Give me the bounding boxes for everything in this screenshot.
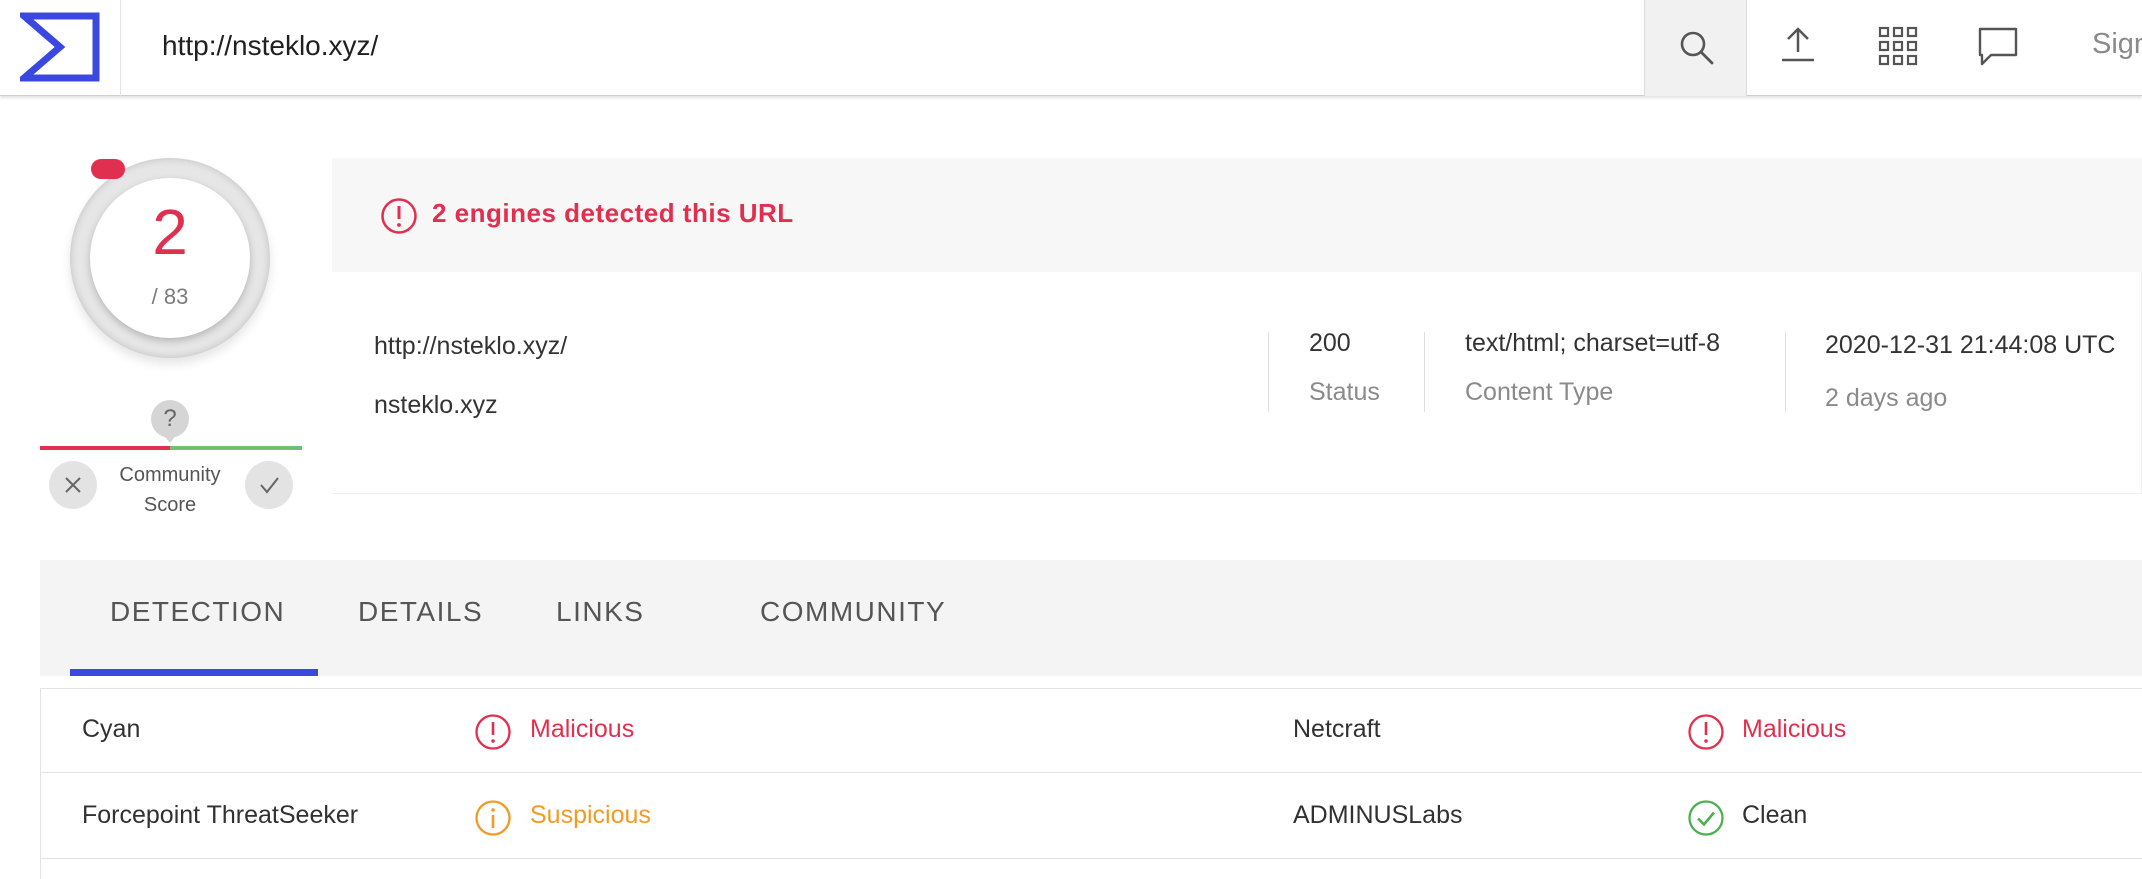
community-score-bar-negative [40,446,170,450]
check-icon [260,477,279,494]
verdict-label: Malicious [530,715,635,743]
apps-button[interactable] [1878,26,1922,70]
tab-links[interactable]: LINKS [556,596,644,628]
chat-icon [1978,27,2018,66]
community-score-help-icon: ? [151,400,189,443]
malicious-icon [1688,714,1724,750]
clean-check-icon [1688,800,1724,836]
sign-in-link[interactable]: Sign in [2092,28,2142,61]
divider [1268,332,1269,412]
report-tabs [40,560,2142,676]
virustotal-logo[interactable] [0,0,121,96]
analysis-date-relative: 2 days ago [1825,384,1948,412]
feedback-button[interactable] [1977,26,2021,70]
engine-name: Netcraft [1293,715,1381,743]
detection-summary-text: 2 engines detected this URL [432,198,794,228]
analysis-date-value: 2020-12-31 21:44:08 UTC [1825,331,2116,359]
grid-icon [1878,26,1918,66]
vote-malicious-button[interactable] [49,461,97,509]
url-info-panel [332,272,2142,494]
status-code-label: Status [1309,378,1380,406]
active-tab-indicator [70,669,318,676]
malicious-icon [475,714,511,750]
row-divider [40,858,2142,859]
community-score-bar-positive [170,446,302,450]
tab-community[interactable]: COMMUNITY [760,596,946,628]
detection-count: 2 [152,196,188,268]
upload-icon [1782,27,1814,62]
content-type-value: text/html; charset=utf-8 [1465,329,1720,357]
scanned-domain[interactable]: nsteklo.xyz [374,391,498,420]
engine-name: Forcepoint ThreatSeeker [82,801,359,829]
alert-icon [381,198,417,234]
vote-harmless-button[interactable] [245,461,293,509]
verdict-label: Malicious [1742,715,1847,743]
verdict-label: Suspicious [530,801,651,829]
community-score-label: Community Score [119,464,221,516]
divider [1785,332,1786,412]
top-bar: Sign in [0,0,2142,96]
sigma-logo-icon [20,12,100,82]
row-divider [40,772,2142,773]
search-icon [1680,31,1714,65]
upload-button[interactable] [1778,26,1822,70]
suspicious-icon [475,800,511,836]
gauge-marker [91,159,125,179]
content-type-label: Content Type [1465,378,1614,406]
engine-name: Cyan [82,715,141,743]
scanned-url: http://nsteklo.xyz/ [374,332,568,360]
engine-total: / 83 [151,284,189,309]
search-button[interactable] [1644,0,1747,96]
tab-details[interactable]: DETAILS [358,596,483,628]
status-code-value: 200 [1309,329,1351,357]
divider [1424,332,1425,412]
close-icon [65,477,81,493]
search-input[interactable] [122,18,1622,74]
tab-detection[interactable]: DETECTION [110,596,285,628]
verdict-label: Clean [1742,801,1808,829]
engine-name: ADMINUSLabs [1293,801,1463,829]
